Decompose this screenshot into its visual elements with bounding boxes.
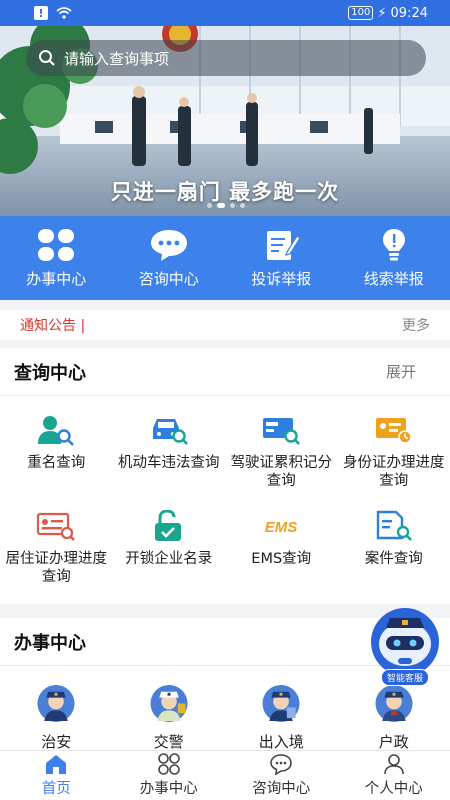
query-center-header: 查询中心 展开 <box>0 348 450 396</box>
search-icon <box>39 50 55 66</box>
query-duplicate-name[interactable]: 重名查询 <box>0 396 113 492</box>
query-residence-permit[interactable]: 居住证办理进度查询 <box>0 492 113 588</box>
query-item-label: 重名查询 <box>27 455 86 471</box>
grid-outline-icon <box>157 753 180 775</box>
chat-outline-icon <box>270 754 293 775</box>
query-item-label: 驾驶证累积记分查询 <box>230 455 333 489</box>
quick-nav-label: 投诉举报 <box>251 269 312 288</box>
service-item-label: 出入境 <box>258 733 304 751</box>
notice-label: 通知公告 | <box>20 318 86 334</box>
banner-slogan: 只进一扇门 最多跑一次 <box>110 180 340 204</box>
carousel-indicator <box>207 203 245 208</box>
id-card-progress-icon <box>375 418 412 444</box>
edit-document-icon <box>267 230 302 260</box>
police-officer-icon <box>37 684 75 723</box>
tab-bar: 首页 办事中心 咨询中心 个人中心 <box>0 750 450 800</box>
expand-button[interactable]: 展开 <box>386 361 416 382</box>
person-search-icon <box>38 416 75 446</box>
carousel-dot <box>240 203 245 208</box>
query-license-points[interactable]: 驾驶证累积记分查询 <box>225 396 338 492</box>
tab-label: 首页 <box>41 781 71 797</box>
query-ems[interactable]: EMS EMS查询 <box>225 492 338 588</box>
svg-text:EMS: EMS <box>265 519 298 536</box>
ems-icon: EMS <box>265 519 298 536</box>
service-center-title: 办事中心 <box>14 632 86 654</box>
notice-more-link[interactable]: 更多 <box>402 315 430 335</box>
tab-service-center[interactable]: 办事中心 <box>113 751 226 800</box>
query-item-label: 开锁企业名录 <box>125 551 213 567</box>
quick-nav-consult-center[interactable]: 咨询中心 <box>113 216 226 300</box>
query-unlock-companies[interactable]: 开锁企业名录 <box>113 492 226 588</box>
quick-nav-label: 咨询中心 <box>138 269 199 288</box>
chat-bubble-icon <box>150 229 187 261</box>
case-search-icon <box>376 510 412 541</box>
tab-consult-center[interactable]: 咨询中心 <box>225 751 338 800</box>
chatbot-tag[interactable]: 智能客服 <box>381 669 430 686</box>
query-item-label: 身份证办理进度查询 <box>343 455 445 489</box>
query-center-title: 查询中心 <box>14 362 86 384</box>
query-vehicle-violation[interactable]: 机动车违法查询 <box>113 396 226 492</box>
service-immigration[interactable]: 出入境 <box>225 666 338 752</box>
query-item-label: 机动车违法查询 <box>118 455 220 471</box>
carousel-dot-active <box>217 203 225 208</box>
search-placeholder: 请输入查询事项 <box>64 49 170 68</box>
household-officer-icon <box>375 684 413 723</box>
car-search-icon <box>152 419 188 445</box>
status-bar: ! 100 ⚡ 09:24 <box>0 0 450 26</box>
banner-carousel[interactable]: 请输入查询事项 只进一扇门 最多跑一次 <box>0 26 450 216</box>
service-item-label: 交警 <box>153 733 184 751</box>
alert-icon: ! <box>34 6 48 20</box>
license-search-icon <box>263 418 301 445</box>
wifi-icon <box>56 7 72 19</box>
home-icon <box>46 755 67 774</box>
quick-nav-service-center[interactable]: 办事中心 <box>0 216 113 300</box>
tab-label: 办事中心 <box>139 781 198 797</box>
query-item-label: 居住证办理进度查询 <box>5 551 108 585</box>
carousel-dot <box>230 203 235 208</box>
clock: 09:24 <box>390 5 428 21</box>
immigration-officer-icon <box>262 684 300 723</box>
quick-nav-complaint[interactable]: 投诉举报 <box>225 216 338 300</box>
notice-bar[interactable]: 通知公告 | 更多 <box>0 310 450 340</box>
search-bar[interactable]: 请输入查询事项 <box>26 40 426 76</box>
unlock-icon <box>154 510 181 541</box>
quick-nav-label: 线索举报 <box>363 269 424 288</box>
query-center-card: 查询中心 展开 重名查询 机动车违法查询 驾驶证累积记分查询 身份证办理进度查询… <box>0 348 450 604</box>
quick-nav: 办事中心 咨询中心 投诉举报 线索举报 <box>0 216 450 300</box>
lightbulb-icon <box>382 228 405 260</box>
service-traffic-police[interactable]: 交警 <box>113 666 226 752</box>
carousel-dot <box>207 203 212 208</box>
service-item-label: 户政 <box>378 733 409 751</box>
traffic-police-icon <box>150 684 188 723</box>
query-item-label: EMS查询 <box>251 551 312 567</box>
tab-home[interactable]: 首页 <box>0 751 113 800</box>
service-public-security[interactable]: 治安 <box>0 666 113 752</box>
tab-label: 咨询中心 <box>252 781 311 797</box>
user-icon <box>383 754 404 775</box>
tab-label: 个人中心 <box>364 781 423 797</box>
query-item-label: 案件查询 <box>364 551 423 567</box>
tab-profile[interactable]: 个人中心 <box>338 751 450 800</box>
query-grid: 重名查询 机动车违法查询 驾驶证累积记分查询 身份证办理进度查询 居住证办理进度… <box>0 396 450 588</box>
query-id-card-progress[interactable]: 身份证办理进度查询 <box>338 396 450 492</box>
residence-card-icon <box>37 512 76 541</box>
battery-indicator: 100 <box>348 6 374 20</box>
grid-icon <box>38 228 75 261</box>
quick-nav-clue-report[interactable]: 线索举报 <box>338 216 450 300</box>
charging-icon: ⚡ <box>377 5 387 21</box>
query-case[interactable]: 案件查询 <box>338 492 450 588</box>
quick-nav-label: 办事中心 <box>26 269 87 288</box>
service-item-label: 治安 <box>41 733 72 751</box>
